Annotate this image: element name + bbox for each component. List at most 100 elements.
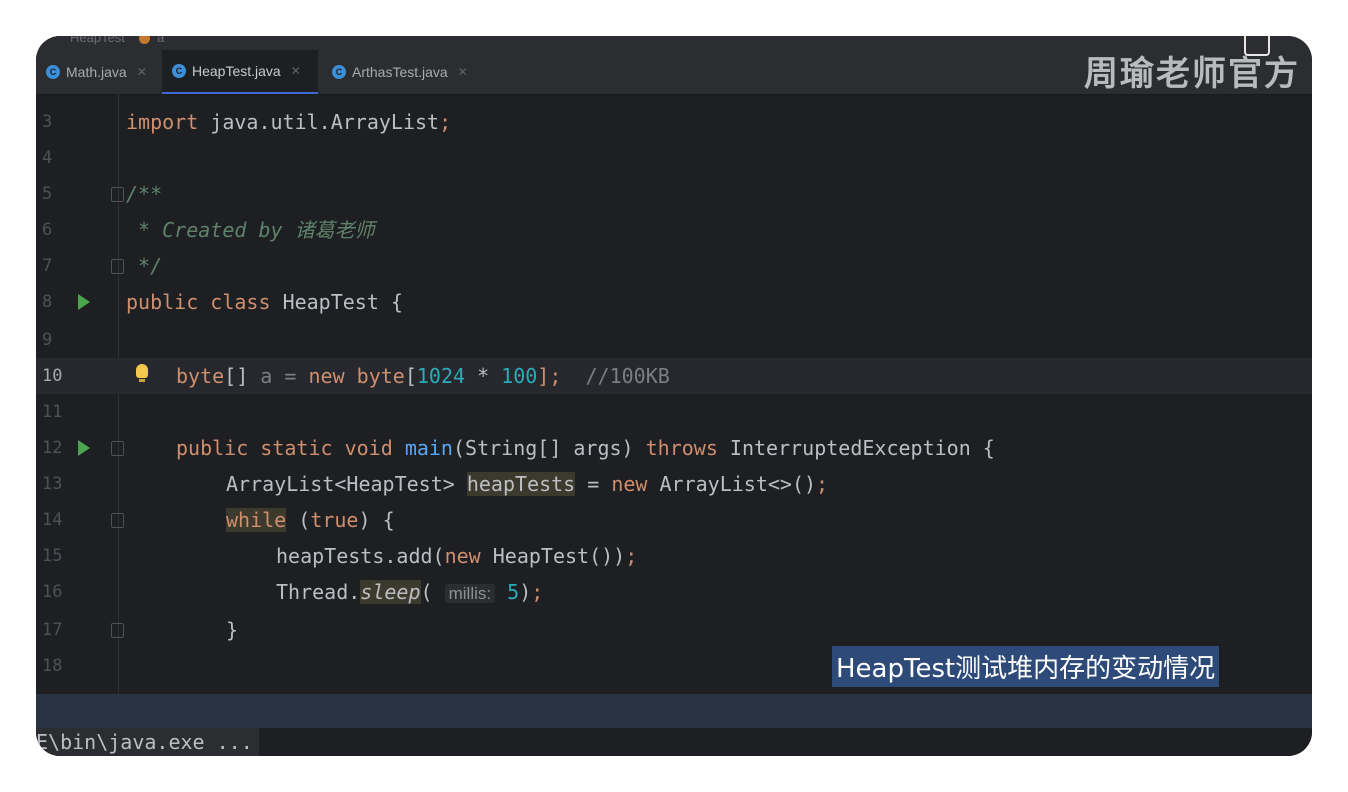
code-line-12: 12 public static void main(String[] args… bbox=[36, 430, 1312, 466]
code-line-10: 10 byte[] a = new byte[1024 * 100]; //10… bbox=[36, 358, 1312, 394]
keyword: new bbox=[308, 364, 345, 388]
code-line-3: 3 import java.util.ArrayList; bbox=[36, 104, 1312, 140]
code-text: } bbox=[226, 618, 239, 642]
breadcrumb-item[interactable]: a bbox=[157, 36, 164, 45]
code-text: ]; bbox=[537, 364, 562, 388]
tab-label: ArthasTest.java bbox=[352, 64, 448, 80]
code-text: ; bbox=[531, 580, 544, 604]
number-literal: 1024 bbox=[416, 364, 466, 388]
doc-comment: * Created by 诸葛老师 bbox=[126, 218, 375, 242]
method-name: main bbox=[404, 436, 453, 460]
keyword: true bbox=[310, 508, 359, 532]
line-number: 13 bbox=[42, 474, 63, 494]
field-icon bbox=[138, 36, 150, 45]
code-text: InterruptedException { bbox=[717, 436, 995, 460]
fold-icon[interactable] bbox=[111, 259, 124, 274]
ide-window: HeapTest a C Math.java ✕ C HeapTest.java… bbox=[36, 36, 1312, 756]
lightbulb-icon[interactable] bbox=[136, 364, 148, 382]
fold-icon[interactable] bbox=[111, 187, 124, 202]
run-icon[interactable] bbox=[78, 440, 90, 456]
console-line: E\bin\java.exe ... bbox=[36, 728, 259, 756]
line-number: 8 bbox=[42, 292, 53, 312]
keyword: while bbox=[226, 508, 287, 532]
run-icon[interactable] bbox=[78, 294, 90, 310]
keyword: new bbox=[444, 544, 481, 568]
code-line-5: 5 /** bbox=[36, 176, 1312, 212]
line-number: 6 bbox=[42, 220, 53, 240]
doc-comment: /** bbox=[126, 182, 163, 206]
tab-heaptest-java[interactable]: C HeapTest.java ✕ bbox=[162, 50, 318, 94]
code-text: { bbox=[378, 290, 403, 314]
code-text: ) bbox=[519, 580, 532, 604]
close-icon[interactable]: ✕ bbox=[458, 65, 468, 79]
code-line-15: 15 heapTests.add(new HeapTest()); bbox=[36, 538, 1312, 574]
code-line-14: 14 while (true) { bbox=[36, 502, 1312, 538]
variable-highlight: heapTests bbox=[466, 472, 576, 496]
line-number: 12 bbox=[42, 438, 63, 458]
number-literal: 100 bbox=[501, 364, 538, 388]
close-icon[interactable]: ✕ bbox=[137, 65, 147, 79]
line-number: 15 bbox=[42, 546, 63, 566]
tab-arthastest-java[interactable]: C ArthasTest.java ✕ bbox=[328, 50, 492, 94]
code-editor[interactable]: 3 import java.util.ArrayList; 4 5 /** 6 … bbox=[36, 94, 1312, 694]
code-line-8: 8 public class HeapTest { bbox=[36, 284, 1312, 320]
code-text: heapTests.add( bbox=[276, 544, 445, 568]
fold-icon[interactable] bbox=[111, 513, 124, 528]
watermark: 周瑜老师官方 bbox=[1084, 54, 1300, 94]
keyword: public bbox=[176, 436, 249, 460]
code-text: ArrayList<HeapTest> bbox=[226, 472, 467, 496]
code-text: ; bbox=[625, 544, 638, 568]
keyword: byte bbox=[356, 364, 405, 388]
java-class-icon: C bbox=[332, 65, 346, 79]
code-line-11: 11 bbox=[36, 394, 1312, 430]
fold-icon[interactable] bbox=[111, 441, 124, 456]
breadcrumb-project[interactable]: HeapTest bbox=[70, 36, 125, 45]
code-text: ( bbox=[420, 580, 433, 604]
keyword: class bbox=[210, 290, 271, 314]
number-literal: 5 bbox=[507, 580, 520, 604]
code-text: Thread. bbox=[276, 580, 361, 604]
tab-label: Math.java bbox=[66, 64, 127, 80]
code-text: HeapTest()) bbox=[480, 544, 626, 568]
fold-icon[interactable] bbox=[111, 623, 124, 638]
tab-math-java[interactable]: C Math.java ✕ bbox=[42, 50, 162, 94]
code-text: [] bbox=[224, 364, 249, 388]
close-icon[interactable]: ✕ bbox=[291, 64, 301, 78]
line-number: 5 bbox=[42, 184, 53, 204]
parameter-hint: millis: bbox=[444, 584, 496, 603]
code-text: (String[] args) bbox=[452, 436, 646, 460]
line-number: 7 bbox=[42, 256, 53, 276]
code-text: java.util.ArrayList bbox=[198, 110, 440, 134]
code-text: ; bbox=[816, 472, 829, 496]
code-line-17: 17 } bbox=[36, 612, 1312, 648]
code-text: ; bbox=[439, 110, 452, 134]
line-number: 17 bbox=[42, 620, 63, 640]
code-line-7: 7 */ bbox=[36, 248, 1312, 284]
unused-var: a = bbox=[248, 364, 309, 388]
code-text: * bbox=[465, 364, 502, 388]
doc-comment: */ bbox=[126, 254, 163, 278]
code-text: ArrayList<>() bbox=[647, 472, 817, 496]
code-line-4: 4 bbox=[36, 140, 1312, 176]
keyword: public bbox=[126, 290, 199, 314]
line-number: 14 bbox=[42, 510, 63, 530]
line-number: 4 bbox=[42, 148, 53, 168]
code-line-9: 9 bbox=[36, 322, 1312, 358]
console-output: E\bin\java.exe ... bbox=[36, 728, 1312, 756]
breadcrumb: HeapTest a bbox=[70, 36, 164, 45]
keyword: void bbox=[344, 436, 393, 460]
line-number: 11 bbox=[42, 402, 63, 422]
code-line-6: 6 * Created by 诸葛老师 bbox=[36, 212, 1312, 248]
code-line-13: 13 ArrayList<HeapTest> heapTests = new A… bbox=[36, 466, 1312, 502]
line-number: 18 bbox=[42, 656, 63, 676]
code-text: [ bbox=[404, 364, 417, 388]
java-class-icon: C bbox=[172, 64, 186, 78]
java-class-icon: C bbox=[46, 65, 60, 79]
code-text: ( bbox=[286, 508, 311, 532]
line-number: 9 bbox=[42, 330, 53, 350]
code-line-16: 16 Thread.sleep( millis: 5); bbox=[36, 574, 1312, 610]
keyword: new bbox=[611, 472, 648, 496]
code-text: ) { bbox=[358, 508, 395, 532]
line-number: 3 bbox=[42, 112, 53, 132]
class-name: HeapTest bbox=[282, 290, 379, 314]
